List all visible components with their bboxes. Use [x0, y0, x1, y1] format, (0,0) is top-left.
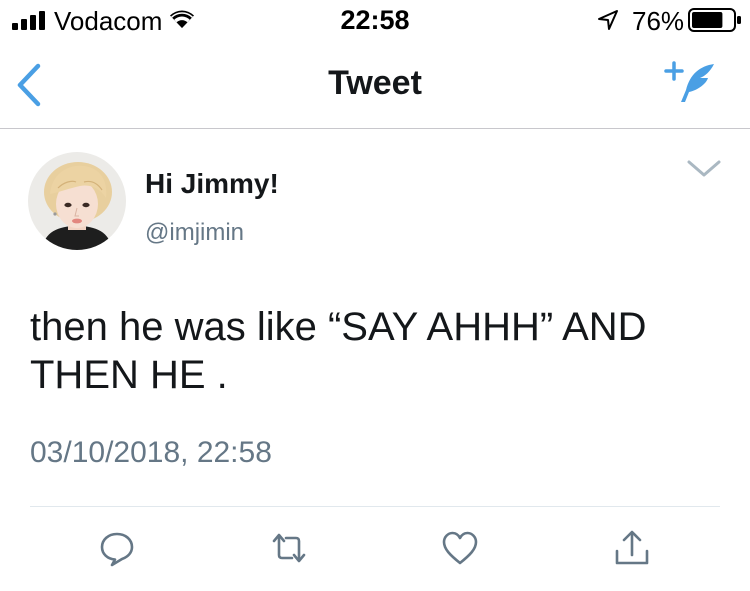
compose-feather-icon[interactable] [664, 60, 720, 106]
avatar[interactable] [28, 152, 126, 250]
reply-button[interactable] [98, 529, 136, 567]
retweet-button[interactable] [270, 529, 308, 567]
retweet-icon [272, 533, 306, 563]
like-icon [442, 531, 478, 565]
user-display-name[interactable]: Hi Jimmy! [145, 168, 279, 200]
share-button[interactable] [613, 529, 651, 567]
battery-percentage: 76% [632, 6, 685, 36]
battery-icon [688, 8, 741, 32]
chevron-down-icon[interactable] [686, 158, 722, 180]
tweet-timestamp: 03/10/2018, 22:58 [30, 436, 272, 469]
divider [30, 506, 720, 507]
tweet-text: then he was like “SAY AHHH” AND THEN HE … [30, 305, 647, 397]
share-icon [615, 530, 649, 565]
reply-icon [100, 532, 134, 567]
navigation-bar: Tweet [0, 40, 750, 129]
user-handle: @imjimin [145, 219, 245, 246]
avatar-photo [28, 152, 126, 250]
like-button[interactable] [441, 529, 479, 567]
status-bar: Vodacom 22:58 76% [0, 0, 750, 40]
location-arrow-icon [598, 10, 618, 30]
page-title: Tweet [328, 64, 422, 102]
